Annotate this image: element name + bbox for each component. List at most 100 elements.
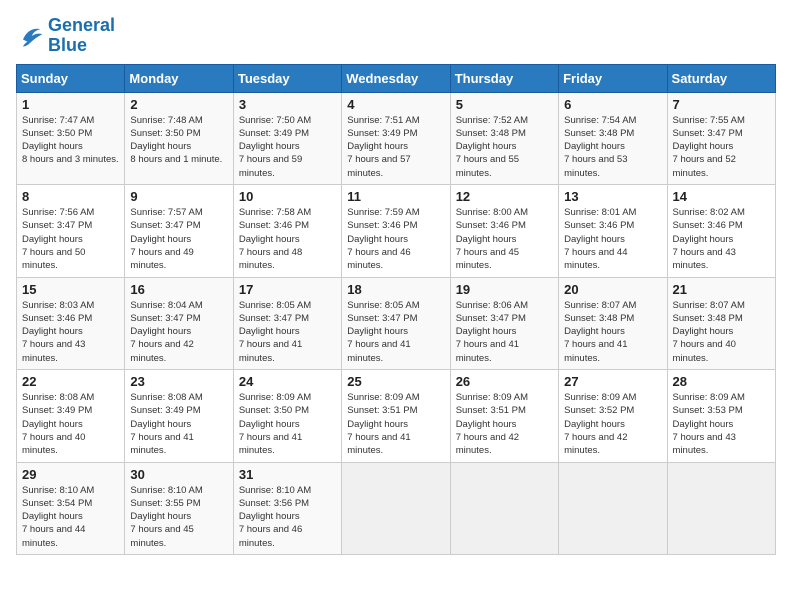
day-number: 16: [130, 282, 227, 297]
calendar-week-3: 15 Sunrise: 8:03 AMSunset: 3:46 PMDayligh…: [17, 277, 776, 369]
calendar-cell: 16 Sunrise: 8:04 AMSunset: 3:47 PMDayligh…: [125, 277, 233, 369]
day-number: 14: [673, 189, 770, 204]
calendar-cell: 7 Sunrise: 7:55 AMSunset: 3:47 PMDaylight…: [667, 92, 775, 184]
day-info: Sunrise: 7:47 AMSunset: 3:50 PMDaylight …: [22, 114, 119, 167]
page-header: General Blue: [16, 16, 776, 56]
day-number: 8: [22, 189, 119, 204]
day-number: 9: [130, 189, 227, 204]
calendar-cell: 25 Sunrise: 8:09 AMSunset: 3:51 PMDayligh…: [342, 370, 450, 462]
day-number: 22: [22, 374, 119, 389]
header-cell-friday: Friday: [559, 64, 667, 92]
day-number: 12: [456, 189, 553, 204]
day-number: 18: [347, 282, 444, 297]
day-number: 25: [347, 374, 444, 389]
calendar-table: SundayMondayTuesdayWednesdayThursdayFrid…: [16, 64, 776, 555]
day-number: 24: [239, 374, 336, 389]
logo-text: General Blue: [48, 16, 115, 56]
day-info: Sunrise: 7:54 AMSunset: 3:48 PMDaylight …: [564, 114, 661, 180]
calendar-cell: [450, 462, 558, 554]
day-number: 23: [130, 374, 227, 389]
day-number: 10: [239, 189, 336, 204]
header-cell-thursday: Thursday: [450, 64, 558, 92]
calendar-cell: 23 Sunrise: 8:08 AMSunset: 3:49 PMDayligh…: [125, 370, 233, 462]
day-info: Sunrise: 7:48 AMSunset: 3:50 PMDaylight …: [130, 114, 227, 167]
calendar-cell: 20Sunrise: 8:07 AMSunset: 3:48 PMDayligh…: [559, 277, 667, 369]
day-number: 27: [564, 374, 661, 389]
header-cell-monday: Monday: [125, 64, 233, 92]
day-info: Sunrise: 8:01 AMSunset: 3:46 PMDaylight …: [564, 206, 661, 272]
day-info: Sunrise: 8:08 AMSunset: 3:49 PMDaylight …: [130, 391, 227, 457]
day-number: 15: [22, 282, 119, 297]
day-info: Sunrise: 8:00 AMSunset: 3:46 PMDaylight …: [456, 206, 553, 272]
day-info: Sunrise: 8:04 AMSunset: 3:47 PMDaylight …: [130, 299, 227, 365]
calendar-cell: 2 Sunrise: 7:48 AMSunset: 3:50 PMDaylight…: [125, 92, 233, 184]
header-cell-tuesday: Tuesday: [233, 64, 341, 92]
calendar-week-4: 22 Sunrise: 8:08 AMSunset: 3:49 PMDayligh…: [17, 370, 776, 462]
day-info: Sunrise: 7:58 AMSunset: 3:46 PMDaylight …: [239, 206, 336, 272]
day-info: Sunrise: 7:59 AMSunset: 3:46 PMDaylight …: [347, 206, 444, 272]
day-number: 30: [130, 467, 227, 482]
day-info: Sunrise: 7:55 AMSunset: 3:47 PMDaylight …: [673, 114, 770, 180]
day-info: Sunrise: 8:10 AMSunset: 3:56 PMDaylight …: [239, 484, 336, 550]
calendar-cell: 11 Sunrise: 7:59 AMSunset: 3:46 PMDayligh…: [342, 185, 450, 277]
calendar-cell: 9 Sunrise: 7:57 AMSunset: 3:47 PMDaylight…: [125, 185, 233, 277]
day-info: Sunrise: 8:05 AMSunset: 3:47 PMDaylight …: [239, 299, 336, 365]
calendar-cell: 10 Sunrise: 7:58 AMSunset: 3:46 PMDayligh…: [233, 185, 341, 277]
calendar-header: SundayMondayTuesdayWednesdayThursdayFrid…: [17, 64, 776, 92]
calendar-cell: 8Sunrise: 7:56 AMSunset: 3:47 PMDaylight…: [17, 185, 125, 277]
calendar-cell: 12 Sunrise: 8:00 AMSunset: 3:46 PMDayligh…: [450, 185, 558, 277]
header-row: SundayMondayTuesdayWednesdayThursdayFrid…: [17, 64, 776, 92]
day-number: 2: [130, 97, 227, 112]
day-info: Sunrise: 7:57 AMSunset: 3:47 PMDaylight …: [130, 206, 227, 272]
logo: General Blue: [16, 16, 115, 56]
calendar-cell: 28 Sunrise: 8:09 AMSunset: 3:53 PMDayligh…: [667, 370, 775, 462]
calendar-cell: [342, 462, 450, 554]
calendar-cell: 18 Sunrise: 8:05 AMSunset: 3:47 PMDayligh…: [342, 277, 450, 369]
day-number: 19: [456, 282, 553, 297]
day-number: 26: [456, 374, 553, 389]
calendar-cell: [559, 462, 667, 554]
day-info: Sunrise: 8:03 AMSunset: 3:46 PMDaylight …: [22, 299, 119, 365]
day-number: 3: [239, 97, 336, 112]
day-info: Sunrise: 8:10 AMSunset: 3:55 PMDaylight …: [130, 484, 227, 550]
day-info: Sunrise: 8:10 AMSunset: 3:54 PMDaylight …: [22, 484, 119, 550]
calendar-cell: 27 Sunrise: 8:09 AMSunset: 3:52 PMDayligh…: [559, 370, 667, 462]
header-cell-wednesday: Wednesday: [342, 64, 450, 92]
calendar-cell: 13 Sunrise: 8:01 AMSunset: 3:46 PMDayligh…: [559, 185, 667, 277]
day-info: Sunrise: 8:09 AMSunset: 3:51 PMDaylight …: [347, 391, 444, 457]
day-info: Sunrise: 8:06 AMSunset: 3:47 PMDaylight …: [456, 299, 553, 365]
day-number: 6: [564, 97, 661, 112]
day-info: Sunrise: 7:51 AMSunset: 3:49 PMDaylight …: [347, 114, 444, 180]
day-info: Sunrise: 8:09 AMSunset: 3:52 PMDaylight …: [564, 391, 661, 457]
header-cell-sunday: Sunday: [17, 64, 125, 92]
day-info: Sunrise: 8:09 AMSunset: 3:50 PMDaylight …: [239, 391, 336, 457]
day-number: 29: [22, 467, 119, 482]
day-number: 21: [673, 282, 770, 297]
calendar-cell: 4 Sunrise: 7:51 AMSunset: 3:49 PMDaylight…: [342, 92, 450, 184]
logo-icon: [16, 22, 44, 50]
calendar-week-5: 29 Sunrise: 8:10 AMSunset: 3:54 PMDayligh…: [17, 462, 776, 554]
calendar-cell: 3Sunrise: 7:50 AMSunset: 3:49 PMDaylight…: [233, 92, 341, 184]
day-info: Sunrise: 8:09 AMSunset: 3:53 PMDaylight …: [673, 391, 770, 457]
day-number: 7: [673, 97, 770, 112]
header-cell-saturday: Saturday: [667, 64, 775, 92]
day-number: 31: [239, 467, 336, 482]
day-info: Sunrise: 8:07 AMSunset: 3:48 PMDaylight …: [673, 299, 770, 365]
calendar-cell: 22Sunrise: 8:08 AMSunset: 3:49 PMDayligh…: [17, 370, 125, 462]
day-number: 11: [347, 189, 444, 204]
calendar-cell: 17Sunrise: 8:05 AMSunset: 3:47 PMDayligh…: [233, 277, 341, 369]
calendar-cell: 19 Sunrise: 8:06 AMSunset: 3:47 PMDayligh…: [450, 277, 558, 369]
calendar-cell: 24 Sunrise: 8:09 AMSunset: 3:50 PMDayligh…: [233, 370, 341, 462]
day-number: 13: [564, 189, 661, 204]
calendar-cell: 5Sunrise: 7:52 AMSunset: 3:48 PMDaylight…: [450, 92, 558, 184]
calendar-body: 1Sunrise: 7:47 AMSunset: 3:50 PMDaylight…: [17, 92, 776, 554]
calendar-week-2: 8Sunrise: 7:56 AMSunset: 3:47 PMDaylight…: [17, 185, 776, 277]
calendar-cell: 15 Sunrise: 8:03 AMSunset: 3:46 PMDayligh…: [17, 277, 125, 369]
day-number: 28: [673, 374, 770, 389]
day-info: Sunrise: 8:05 AMSunset: 3:47 PMDaylight …: [347, 299, 444, 365]
day-info: Sunrise: 8:07 AMSunset: 3:48 PMDaylight …: [564, 299, 661, 365]
day-number: 4: [347, 97, 444, 112]
day-info: Sunrise: 8:02 AMSunset: 3:46 PMDaylight …: [673, 206, 770, 272]
day-info: Sunrise: 8:09 AMSunset: 3:51 PMDaylight …: [456, 391, 553, 457]
calendar-cell: 1Sunrise: 7:47 AMSunset: 3:50 PMDaylight…: [17, 92, 125, 184]
